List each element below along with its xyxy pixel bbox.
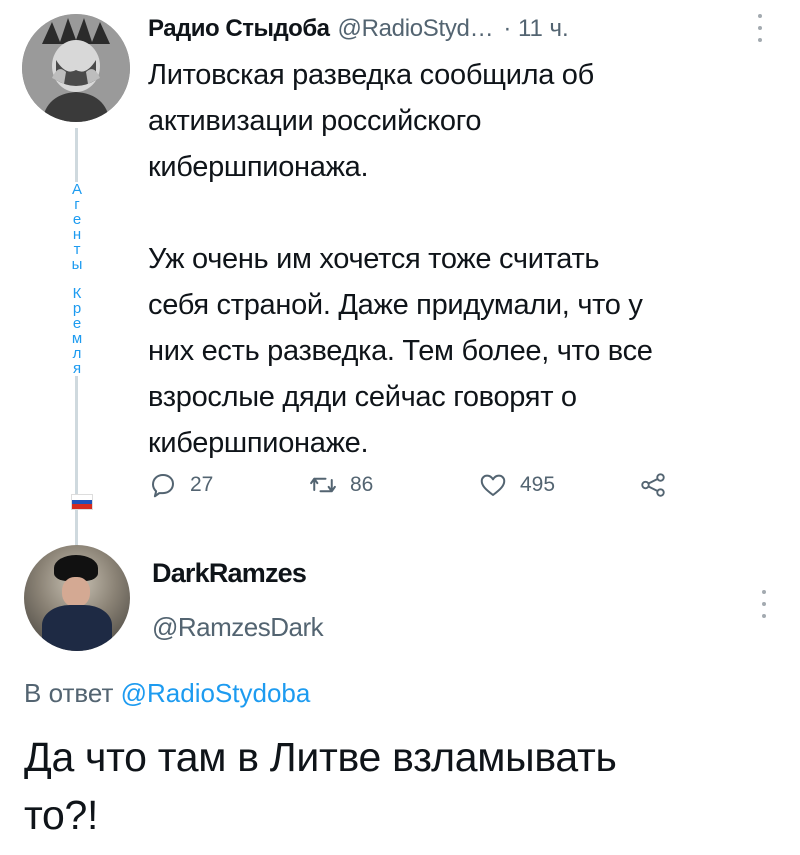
thread-vertical-label: А г е н т ы К р е м л я [67,182,87,376]
reply-count: 27 [190,473,214,496]
reply-prefix: В ответ [24,678,114,708]
label-letter: е [72,211,82,228]
label-letter: г [74,196,80,213]
reply-author-name[interactable]: DarkRamzes [152,558,307,589]
tweet-header: Радио Стыдоба @RadioStyd… · 11 ч. [148,12,569,46]
statue-of-liberty-avatar-image [22,14,130,122]
retweet-button[interactable]: 86 [308,470,373,500]
label-letter: я [72,360,82,377]
tweet-line: них есть разведка. Тем более, что все [148,335,653,367]
heart-icon [480,474,506,496]
comment-icon [152,474,174,498]
retweet-icon [310,477,336,493]
label-letter: р [72,300,82,317]
tweet-text: Литовская разведка сообщила об активизац… [148,52,778,466]
reply-button[interactable]: 27 [148,470,213,500]
retweet-count: 86 [350,473,374,496]
tweet-line: Уж очень им хочется тоже считать [148,243,600,275]
label-letter: А [71,181,82,198]
label-gap [67,272,87,286]
tweet-line: себя страной. Даже придумали, что у [148,289,643,321]
label-letter: т [73,241,81,258]
tweet-line: взрослые дяди сейчас говорят о [148,381,577,413]
tweet-timestamp[interactable]: · 11 ч. [503,15,568,43]
avatar-face-shape [62,577,90,607]
label-letter: н [72,226,82,243]
tweet-line: Литовская разведка сообщила об [148,59,594,91]
more-vertical-icon[interactable] [754,14,766,42]
label-letter: л [72,345,82,362]
tweet-line: кибершпионажа. [148,151,369,183]
flag-stripe-red [72,504,92,509]
label-letter: м [71,330,83,347]
like-button[interactable]: 495 [478,470,555,500]
author-avatar[interactable] [22,14,130,122]
share-button[interactable] [638,470,680,500]
reply-text: Да что там в Литве взламывать то?! [24,728,784,844]
paragraph-break [148,190,778,236]
reply-target-link[interactable]: @RadioStydoba [121,678,311,708]
tweet-actions: 27 86 495 [148,470,688,504]
label-letter: К [72,285,82,302]
avatar-coat-shape [42,605,112,651]
author-handle[interactable]: @RadioStyd… [338,15,494,43]
tweet-line: активизации российского [148,105,482,137]
more-vertical-icon[interactable] [758,590,770,618]
share-icon [641,473,665,497]
reply-line: то?! [24,792,99,838]
reply-context: В ответ @RadioStydoba [24,678,310,709]
label-letter: е [72,315,82,332]
like-count: 495 [520,473,556,496]
tweet-line: кибершпионаже. [148,427,369,459]
author-name[interactable]: Радио Стыдоба [148,15,330,43]
russian-flag-icon [71,494,93,510]
reply-author-handle[interactable]: @RamzesDark [152,612,324,643]
reply-author-avatar[interactable] [24,545,130,651]
reply-line: Да что там в Литве взламывать [24,734,617,780]
label-letter: ы [71,256,83,273]
